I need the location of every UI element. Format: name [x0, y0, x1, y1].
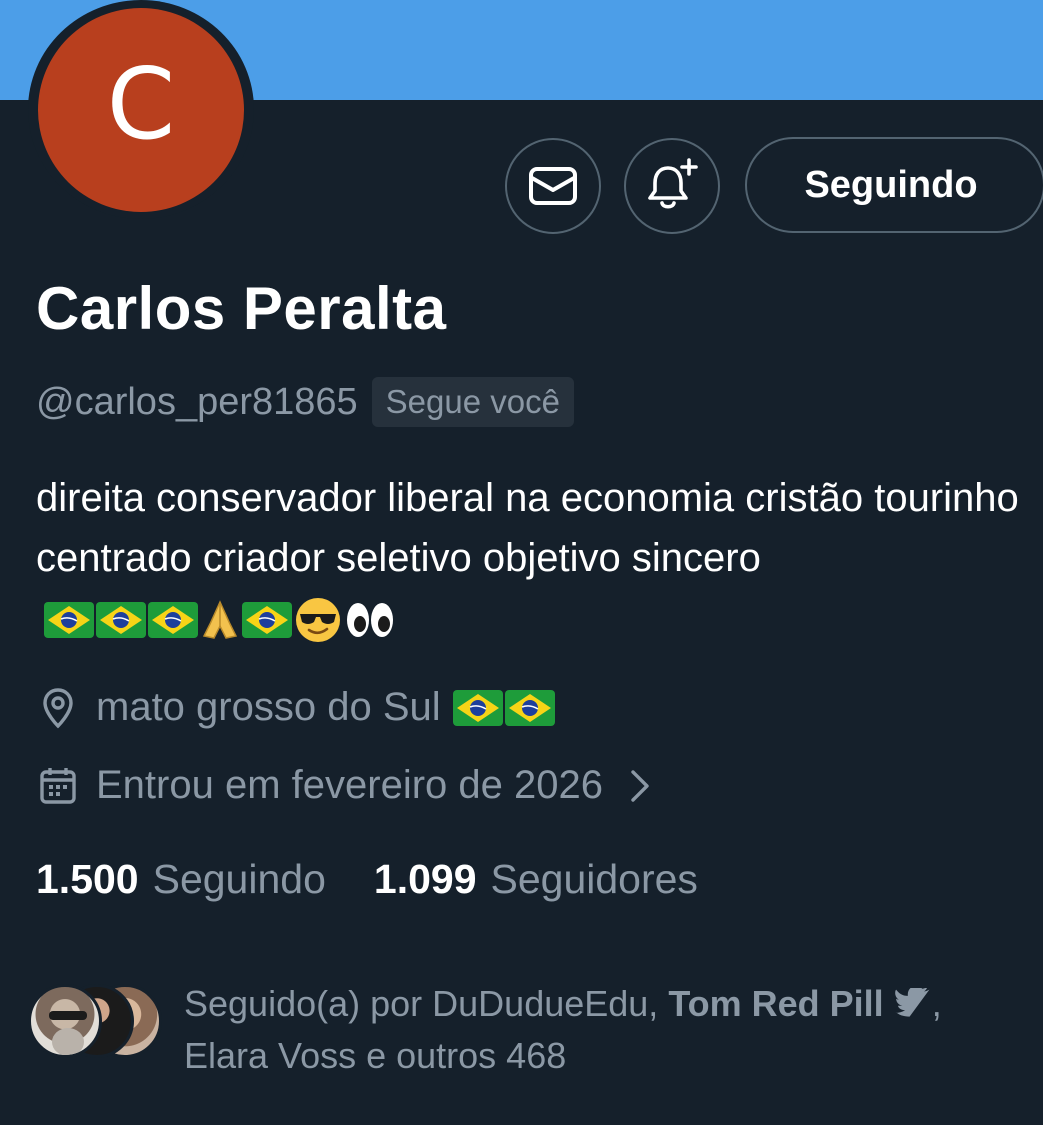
- message-button[interactable]: [505, 138, 601, 234]
- followed-by-bold-name: Tom Red Pill: [668, 983, 884, 1024]
- follows-you-badge: Segue você: [371, 377, 574, 427]
- brazil-flag-icon: [148, 602, 198, 639]
- handle-row: @carlos_per81865 Segue você: [36, 377, 574, 427]
- followed-by-prefix: Seguido(a) por DuDudueEdu,: [184, 983, 659, 1024]
- following-button[interactable]: Seguindo: [745, 137, 1043, 233]
- brazil-flag-icon: [96, 602, 146, 639]
- location-pin-icon: [36, 686, 80, 730]
- bio-text: direita conservador liberal na economia …: [36, 476, 1019, 580]
- bell-plus-icon: [648, 158, 698, 209]
- profile-location: mato grosso do Sul: [36, 685, 555, 730]
- follow-stats: 1.500 Seguindo 1.099 Seguidores: [36, 856, 698, 903]
- sunglasses-face-icon: [296, 598, 340, 643]
- follower-avatar: [28, 984, 102, 1058]
- followed-by-section[interactable]: Seguido(a) por DuDudueEdu, Tom Red Pill …: [28, 978, 1028, 1078]
- mail-icon: [529, 167, 577, 205]
- avatar-letter: C: [106, 48, 176, 162]
- followed-by-suffix: ,: [931, 983, 942, 1024]
- calendar-icon: [36, 764, 80, 808]
- folded-hands-icon: [202, 600, 238, 640]
- followed-by-line2: Elara Voss e outros 468: [184, 1035, 567, 1076]
- display-name: Carlos Peralta: [36, 275, 447, 342]
- brazil-flag-icon: [242, 602, 292, 639]
- following-label[interactable]: Seguindo: [153, 856, 326, 903]
- join-date-text: Entrou em fevereiro de 2026: [96, 763, 603, 807]
- profile-join-date[interactable]: Entrou em fevereiro de 2026: [36, 763, 655, 808]
- followed-by-text: Seguido(a) por DuDudueEdu, Tom Red Pill …: [184, 978, 1024, 1082]
- followers-label[interactable]: Seguidores: [491, 856, 698, 903]
- brazil-flag-icon: [44, 602, 94, 639]
- followers-count[interactable]: 1.099: [374, 856, 477, 903]
- profile-avatar[interactable]: C: [28, 0, 254, 219]
- location-text: mato grosso do Sul: [96, 685, 441, 729]
- location-emojis: [452, 689, 555, 726]
- eyes-icon: [347, 603, 393, 638]
- notifications-button[interactable]: [624, 138, 720, 234]
- follower-avatars: [28, 984, 178, 1064]
- chevron-right-icon: [631, 769, 649, 802]
- brazil-flag-icon: [504, 689, 555, 726]
- user-handle: @carlos_per81865: [36, 380, 358, 423]
- bird-icon: [894, 986, 930, 1017]
- brazil-flag-icon: [452, 689, 503, 726]
- bio-emojis: [44, 596, 396, 644]
- profile-bio: direita conservador liberal na economia …: [36, 468, 1026, 648]
- following-count[interactable]: 1.500: [36, 856, 139, 903]
